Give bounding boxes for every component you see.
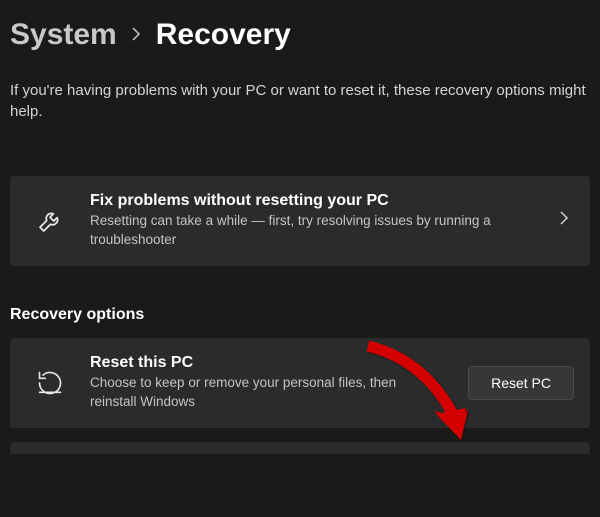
recovery-options-header: Recovery options — [10, 306, 590, 324]
wrench-icon — [32, 203, 68, 239]
intro-text: If you're having problems with your PC o… — [10, 80, 590, 122]
chevron-right-icon — [131, 24, 142, 47]
reset-pc-button[interactable]: Reset PC — [468, 366, 574, 400]
fix-problems-title: Fix problems without resetting your PC — [90, 192, 532, 210]
reset-icon — [32, 365, 68, 401]
breadcrumb-parent[interactable]: System — [10, 18, 117, 52]
chevron-right-icon — [554, 211, 574, 230]
fix-problems-card[interactable]: Fix problems without resetting your PC R… — [10, 176, 590, 266]
reset-pc-title: Reset this PC — [90, 354, 446, 372]
breadcrumb: System Recovery — [10, 18, 590, 52]
reset-pc-card: Reset this PC Choose to keep or remove y… — [10, 338, 590, 428]
reset-pc-desc: Choose to keep or remove your personal f… — [90, 374, 446, 412]
page-title: Recovery — [156, 18, 291, 52]
fix-problems-desc: Resetting can take a while — first, try … — [90, 212, 532, 250]
next-card-partial — [10, 442, 590, 454]
